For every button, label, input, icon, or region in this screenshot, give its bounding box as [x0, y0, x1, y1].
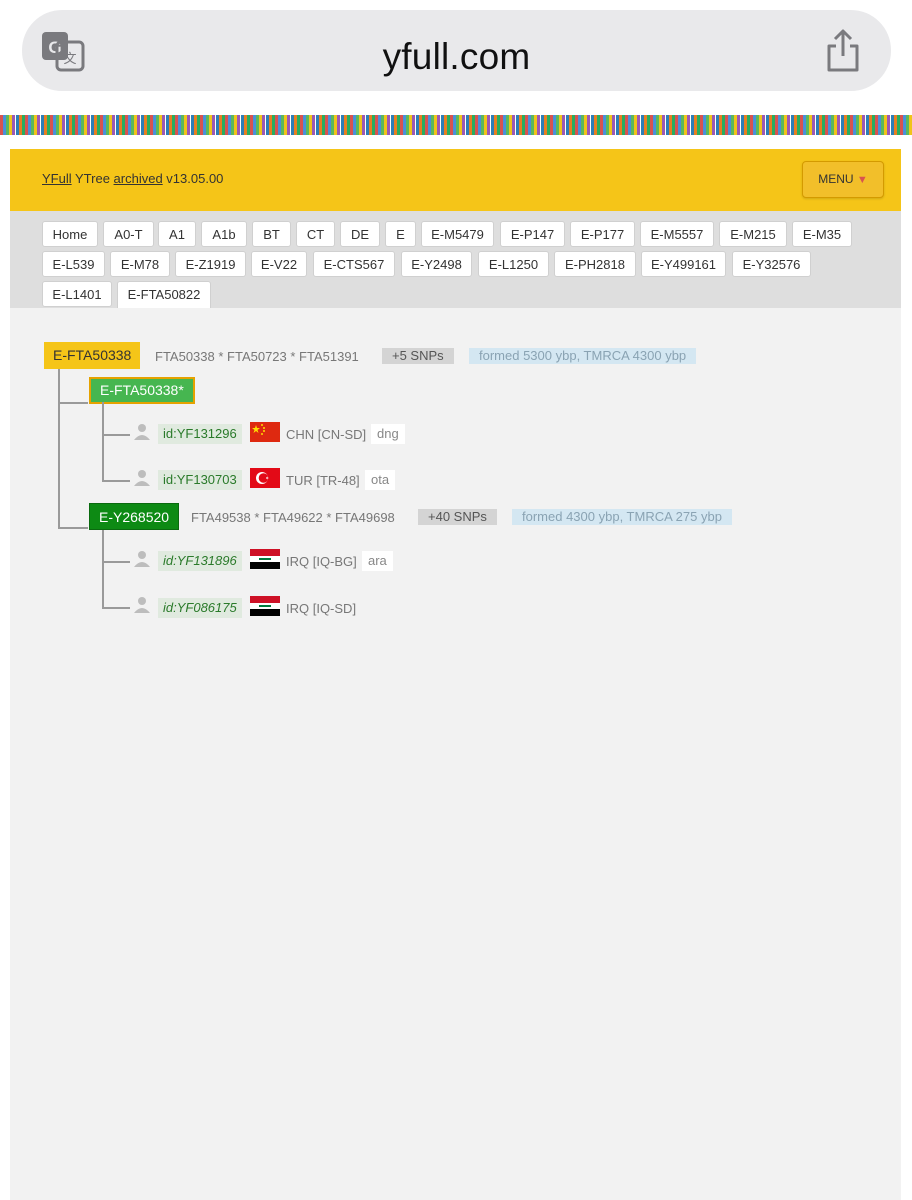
sample-id-link[interactable]: id:YF131296 [158, 424, 242, 444]
menu-label: MENU [818, 172, 854, 186]
tab-bt[interactable]: BT [252, 221, 291, 247]
tab-e-l539[interactable]: E-L539 [42, 251, 105, 277]
tab-e-m35[interactable]: E-M35 [792, 221, 852, 247]
sample-id-link[interactable]: id:YF130703 [158, 470, 242, 490]
tab-e-y2498[interactable]: E-Y2498 [401, 251, 472, 277]
tab-e-y32576[interactable]: E-Y32576 [732, 251, 811, 277]
brand-line: YFull YTree archived v13.05.00 [42, 171, 223, 186]
branch1-node[interactable]: E-FTA50338* [89, 377, 195, 404]
tab-e-y499161[interactable]: E-Y499161 [641, 251, 726, 277]
person-icon [134, 597, 150, 613]
tab-e-l1250[interactable]: E-L1250 [478, 251, 549, 277]
tab-e[interactable]: E [385, 221, 416, 247]
tab-home[interactable]: Home [42, 221, 98, 247]
tab-e-m5557[interactable]: E-M5557 [640, 221, 714, 247]
share-icon[interactable] [823, 28, 863, 74]
tab-e-v22[interactable]: E-V22 [251, 251, 307, 277]
person-icon [134, 470, 150, 486]
brand-ytree: YTree [71, 171, 114, 186]
language-code: dng [371, 424, 405, 444]
tab-de[interactable]: DE [340, 221, 380, 247]
yfull-link[interactable]: YFull [42, 171, 72, 186]
archived-link[interactable]: archived [114, 171, 163, 186]
tree-connector [102, 402, 104, 482]
tree-connector [102, 480, 130, 482]
tab-e-fta50822[interactable]: E-FTA50822 [117, 281, 211, 308]
country-code: CHN [CN-SD] [286, 427, 367, 442]
tree-connector [102, 530, 104, 609]
country-code: IRQ [IQ-SD] [286, 601, 357, 616]
url-text[interactable]: yfull.com [22, 36, 891, 78]
person-icon [134, 551, 150, 567]
china-flag [250, 422, 280, 442]
tab-e-ph2818[interactable]: E-PH2818 [554, 251, 636, 277]
branch2-snp-count[interactable]: +40 SNPs [418, 509, 497, 525]
tab-ct[interactable]: CT [296, 221, 335, 247]
tab-a1[interactable]: A1 [158, 221, 196, 247]
tree-connector [102, 607, 130, 609]
branch2-node[interactable]: E-Y268520 [89, 503, 180, 530]
tab-a0-t[interactable]: A0-T [103, 221, 154, 247]
country-code: TUR [TR-48] [286, 473, 360, 488]
tab-e-p147[interactable]: E-P147 [500, 221, 565, 247]
language-code: ota [365, 470, 396, 490]
tree-connector [58, 527, 88, 529]
tab-e-m215[interactable]: E-M215 [719, 221, 787, 247]
tab-e-m5479[interactable]: E-M5479 [421, 221, 494, 247]
tree-connector [58, 369, 60, 529]
tab-e-z1919[interactable]: E-Z1919 [175, 251, 246, 277]
address-bar[interactable]: G 文 yfull.com [22, 10, 891, 91]
country-code: IRQ [IQ-BG] [286, 554, 357, 569]
iraq-flag [250, 596, 280, 616]
language-code: ara [362, 551, 393, 571]
menu-button[interactable]: MENU ▼ [802, 161, 884, 198]
branch2-snps: FTA49538 * FTA49622 * FTA49698 [191, 510, 395, 525]
tree-connector [102, 561, 130, 563]
tab-e-m78[interactable]: E-M78 [110, 251, 170, 277]
branch2-formed: formed 4300 ybp, TMRCA 275 ybp [512, 509, 732, 525]
sample-id-link[interactable]: id:YF131896 [158, 551, 242, 571]
tree-panel: E-FTA50338 FTA50338 * FTA50723 * FTA5139… [10, 308, 901, 1200]
root-node[interactable]: E-FTA50338 [44, 342, 141, 369]
tree-connector [102, 434, 130, 436]
tab-e-l1401[interactable]: E-L1401 [42, 281, 112, 307]
turkey-flag [250, 468, 280, 488]
iraq-flag [250, 549, 280, 569]
version-text: v13.05.00 [162, 171, 224, 186]
tab-e-p177[interactable]: E-P177 [570, 221, 635, 247]
tab-e-cts567[interactable]: E-CTS567 [313, 251, 395, 277]
root-snp-count[interactable]: +5 SNPs [382, 348, 454, 364]
tab-a1b[interactable]: A1b [201, 221, 247, 247]
sample-id-link[interactable]: id:YF086175 [158, 598, 242, 618]
root-formed: formed 5300 ybp, TMRCA 4300 ybp [469, 348, 697, 364]
person-icon [134, 424, 150, 440]
caret-down-icon: ▼ [856, 174, 868, 186]
decorative-stripe [0, 115, 912, 135]
nav-tabs: Home A0-T A1 A1b BT CT DE E E-M5479 E-P1… [10, 211, 901, 308]
root-snps: FTA50338 * FTA50723 * FTA51391 [155, 349, 359, 364]
tree-connector [58, 402, 88, 404]
site-header: YFull YTree archived v13.05.00 MENU ▼ [10, 149, 901, 214]
